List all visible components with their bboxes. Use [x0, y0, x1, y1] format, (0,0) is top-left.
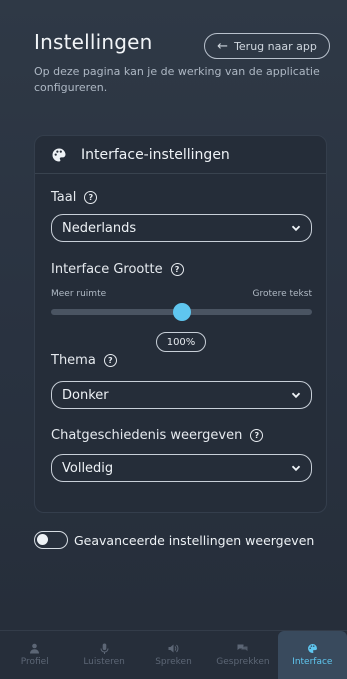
toggle-knob [37, 534, 48, 545]
nav-label: Luisteren [83, 657, 125, 667]
theme-label: Thema [51, 353, 96, 368]
page-description: Op deze pagina kan je de werking van de … [34, 65, 320, 94]
help-icon[interactable]: ? [103, 354, 117, 367]
language-label-row: Taal ? [51, 190, 98, 205]
history-label: Chatgeschiedenis weergeven [51, 428, 243, 443]
nav-item-spreken[interactable]: Spreken [139, 631, 208, 679]
palette-icon [52, 147, 66, 161]
nav-item-profiel[interactable]: Profiel [0, 631, 69, 679]
language-label: Taal [51, 190, 77, 205]
history-select[interactable]: Volledig [51, 454, 312, 482]
palette-icon [307, 644, 317, 653]
nav-label: Gesprekken [216, 657, 270, 667]
size-label: Interface Grootte [51, 262, 163, 277]
size-label-row: Interface Grootte ? [51, 262, 184, 277]
theme-select[interactable]: Donker [51, 381, 312, 409]
help-icon[interactable]: ? [250, 429, 264, 442]
language-select[interactable]: Nederlands [51, 214, 312, 242]
bottom-nav: Profiel Luisteren Spreken Gesprekken Int… [0, 630, 347, 679]
chat-icon [237, 644, 248, 651]
history-label-row: Chatgeschiedenis weergeven ? [51, 428, 264, 443]
theme-label-row: Thema ? [51, 353, 117, 368]
advanced-settings-row: Geavanceerde instellingen weergeven [34, 531, 314, 549]
theme-value: Donker [62, 387, 109, 403]
speaker-icon [168, 644, 179, 653]
interface-settings-card: Interface-instellingen Taal ? Nederlands… [34, 135, 327, 513]
nav-label: Interface [292, 657, 333, 667]
back-to-app-button[interactable]: ← Terug naar app [204, 33, 330, 59]
nav-label: Spreken [155, 657, 192, 667]
language-value: Nederlands [62, 220, 137, 236]
chevron-down-icon [291, 465, 301, 472]
nav-item-luisteren[interactable]: Luisteren [69, 631, 138, 679]
history-value: Volledig [62, 460, 114, 476]
advanced-settings-toggle[interactable] [34, 531, 68, 549]
settings-page: Instellingen ← Terug naar app Op deze pa… [0, 0, 347, 630]
size-max-label: Grotere tekst [252, 289, 312, 299]
chevron-down-icon [291, 225, 301, 232]
chevron-down-icon [291, 392, 301, 399]
back-to-app-label: Terug naar app [234, 39, 317, 53]
size-value-badge: 100% [156, 332, 206, 352]
person-icon [30, 643, 40, 654]
size-slider-labels: Meer ruimte Grotere tekst [51, 289, 312, 299]
help-icon[interactable]: ? [84, 191, 98, 204]
size-slider[interactable] [51, 303, 312, 321]
help-icon[interactable]: ? [170, 263, 184, 276]
advanced-settings-label: Geavanceerde instellingen weergeven [74, 532, 315, 548]
arrow-left-icon: ← [217, 38, 229, 54]
size-min-label: Meer ruimte [51, 289, 107, 299]
nav-label: Profiel [20, 657, 49, 667]
header: Instellingen ← Terug naar app [34, 30, 334, 59]
nav-item-gesprekken[interactable]: Gesprekken [208, 631, 277, 679]
microphone-icon [100, 643, 109, 654]
card-header: Interface-instellingen [35, 136, 326, 174]
nav-item-interface[interactable]: Interface [277, 631, 347, 679]
card-title: Interface-instellingen [81, 146, 230, 163]
size-slider-thumb[interactable] [172, 303, 191, 321]
